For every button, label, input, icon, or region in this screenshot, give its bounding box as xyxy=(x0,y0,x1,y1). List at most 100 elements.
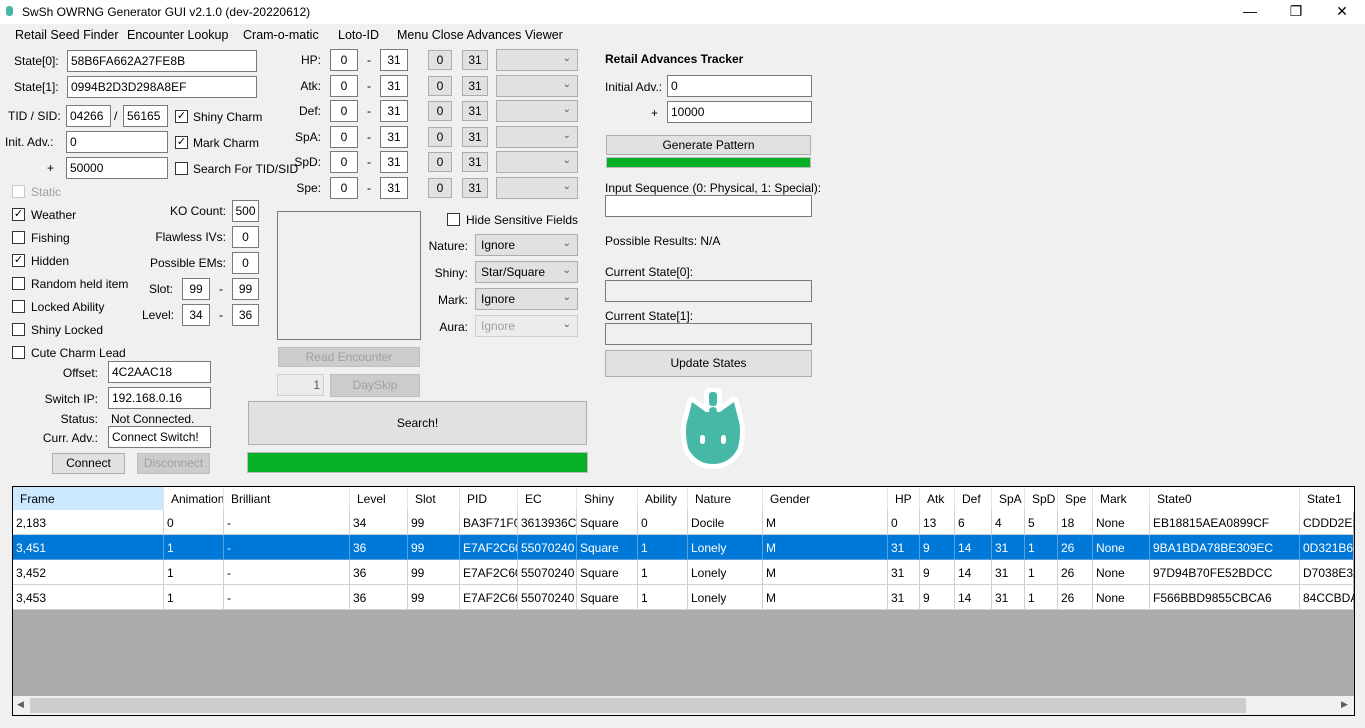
checkbox-checked[interactable]: ✓ xyxy=(175,136,188,149)
column-header[interactable]: State1 xyxy=(1300,487,1354,512)
table-row[interactable]: 2,183 0-34 99 BA3F71F0 3613936C Square 0 Docile… xyxy=(13,510,1354,535)
column-header[interactable]: SpA xyxy=(992,487,1025,512)
input-sequence-input[interactable] xyxy=(605,195,812,217)
minimize-button[interactable]: — xyxy=(1227,0,1273,24)
iv-set-0-button[interactable]: 0 xyxy=(428,126,452,147)
state1-input[interactable]: 0994B2D3D298A8EF xyxy=(67,76,257,98)
iv-set-0-button[interactable]: 0 xyxy=(428,178,452,198)
iv-set-31-button[interactable]: 31 xyxy=(462,101,488,122)
aura-select[interactable]: Ignore ⌄ xyxy=(475,315,578,337)
iv-min-input[interactable]: 0 xyxy=(330,74,358,97)
menu-loto-id[interactable]: Loto-ID xyxy=(338,28,379,42)
switch-ip-input[interactable]: 192.168.0.16 xyxy=(108,387,211,409)
iv-select[interactable]: ⌄ xyxy=(496,125,578,148)
tid-input[interactable]: 04266 xyxy=(66,105,111,127)
sid-input[interactable]: 56165 xyxy=(123,105,168,127)
iv-max-input[interactable]: 31 xyxy=(380,125,408,148)
column-header[interactable]: Animation xyxy=(164,487,224,512)
disconnect-button[interactable]: Disconnect xyxy=(137,453,210,474)
checkbox-unchecked[interactable] xyxy=(12,277,25,290)
table-row[interactable]: 3,452 1-36 99 E7AF2C60 55070240 Square 1 Lonely… xyxy=(13,560,1354,585)
column-header[interactable]: Gender xyxy=(763,487,888,512)
iv-max-input[interactable]: 31 xyxy=(380,100,408,123)
column-header[interactable]: State0 xyxy=(1150,487,1300,512)
iv-max-input[interactable]: 31 xyxy=(380,177,408,199)
menu-cram-o-matic[interactable]: Cram-o-matic xyxy=(243,28,319,42)
column-header[interactable]: Frame xyxy=(13,487,164,512)
column-header[interactable]: Mark xyxy=(1093,487,1150,512)
table-row[interactable]: 3,453 1-36 99 E7AF2C60 55070240 Square 1 Lonely… xyxy=(13,585,1354,610)
column-header[interactable]: Atk xyxy=(920,487,955,512)
iv-min-input[interactable]: 0 xyxy=(330,177,358,199)
offset-input[interactable]: 4C2AAC18 xyxy=(108,361,211,383)
checkbox-unchecked[interactable] xyxy=(12,346,25,359)
iv-select[interactable]: ⌄ xyxy=(496,49,578,71)
checkbox-unchecked[interactable] xyxy=(175,162,188,175)
iv-set-31-button[interactable]: 31 xyxy=(462,75,488,96)
possible-ems-input[interactable]: 0 xyxy=(232,252,259,274)
iv-select[interactable]: ⌄ xyxy=(496,74,578,97)
maximize-button[interactable]: ❐ xyxy=(1273,0,1319,24)
iv-min-input[interactable]: 0 xyxy=(330,125,358,148)
checkbox-unchecked[interactable] xyxy=(12,300,25,313)
slot-max-input[interactable]: 99 xyxy=(232,278,259,300)
column-header[interactable]: Ability xyxy=(638,487,688,512)
read-encounter-button[interactable]: Read Encounter xyxy=(278,347,420,367)
iv-set-31-button[interactable]: 31 xyxy=(462,178,488,198)
header-row[interactable]: Frame Animation Brilliant Level Slot PID EC Shi… xyxy=(13,487,1354,512)
column-header[interactable]: Spe xyxy=(1058,487,1093,512)
iv-set-0-button[interactable]: 0 xyxy=(428,152,452,173)
iv-set-0-button[interactable]: 0 xyxy=(428,50,452,70)
column-header[interactable]: Nature xyxy=(688,487,763,512)
column-header[interactable]: Slot xyxy=(408,487,460,512)
iv-select[interactable]: ⌄ xyxy=(496,177,578,199)
column-header[interactable]: Brilliant xyxy=(224,487,350,512)
slot-min-input[interactable]: 99 xyxy=(182,278,210,300)
checkbox-unchecked[interactable] xyxy=(12,185,25,198)
checkbox-unchecked[interactable] xyxy=(12,323,25,336)
hide-sensitive-checkbox[interactable] xyxy=(447,213,460,226)
checkbox-checked[interactable]: ✓ xyxy=(175,110,188,123)
dayskip-button[interactable]: DaySkip xyxy=(330,374,420,397)
iv-set-0-button[interactable]: 0 xyxy=(428,101,452,122)
range-input[interactable]: 50000 xyxy=(66,157,168,179)
close-button[interactable]: ✕ xyxy=(1319,0,1365,24)
flawless-ivs-input[interactable]: 0 xyxy=(232,226,259,248)
column-header[interactable]: PID xyxy=(460,487,518,512)
level-min-input[interactable]: 34 xyxy=(182,304,210,326)
iv-set-31-button[interactable]: 31 xyxy=(462,126,488,147)
iv-select[interactable]: ⌄ xyxy=(496,151,578,174)
level-max-input[interactable]: 36 xyxy=(232,304,259,326)
checkbox-checked[interactable]: ✓ xyxy=(12,208,25,221)
iv-min-input[interactable]: 0 xyxy=(330,100,358,123)
column-header[interactable]: EC xyxy=(518,487,577,512)
ko-count-input[interactable]: 500 xyxy=(232,200,259,222)
tracker-initial-input[interactable]: 0 xyxy=(667,75,812,97)
mark-select[interactable]: Ignore ⌄ xyxy=(475,288,578,310)
table-row[interactable]: 3,451 1-36 99 E7AF2C60 55070240 Square 1 Lonely… xyxy=(13,535,1354,560)
checkbox-unchecked[interactable] xyxy=(12,231,25,244)
column-header[interactable]: HP xyxy=(888,487,920,512)
connect-button[interactable]: Connect xyxy=(52,453,125,474)
iv-set-0-button[interactable]: 0 xyxy=(428,75,452,96)
scroll-left-icon[interactable]: ◀ xyxy=(17,699,24,710)
search-button[interactable]: Search! xyxy=(248,401,587,445)
state0-input[interactable]: 58B6FA662A27FE8B xyxy=(67,50,257,72)
scrollbar-thumb[interactable] xyxy=(30,698,1246,713)
column-header[interactable]: Def xyxy=(955,487,992,512)
nature-select[interactable]: Ignore ⌄ xyxy=(475,234,578,256)
iv-max-input[interactable]: 31 xyxy=(380,151,408,174)
menu-retail-seed-finder[interactable]: Retail Seed Finder xyxy=(15,28,119,42)
iv-min-input[interactable]: 0 xyxy=(330,49,358,71)
update-states-button[interactable]: Update States xyxy=(605,350,812,377)
menu-encounter-lookup[interactable]: Encounter Lookup xyxy=(127,28,228,42)
iv-max-input[interactable]: 31 xyxy=(380,49,408,71)
tracker-range-input[interactable]: 10000 xyxy=(667,101,812,123)
iv-min-input[interactable]: 0 xyxy=(330,151,358,174)
results-grid[interactable]: Frame Animation Brilliant Level Slot PID EC Shi… xyxy=(12,486,1355,716)
scroll-right-icon[interactable]: ▶ xyxy=(1341,699,1348,710)
init-adv-input[interactable]: 0 xyxy=(66,131,168,153)
checkbox-checked[interactable]: ✓ xyxy=(12,254,25,267)
iv-max-input[interactable]: 31 xyxy=(380,74,408,97)
column-header[interactable]: SpD xyxy=(1025,487,1058,512)
